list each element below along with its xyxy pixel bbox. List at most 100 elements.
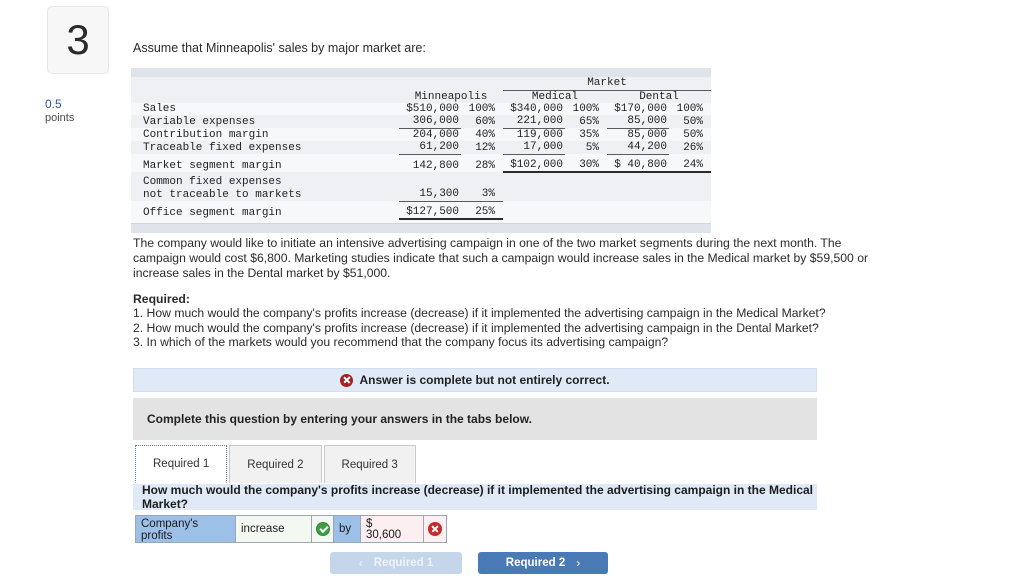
table-row: Contribution margin 204,000 40% 119,000 … xyxy=(131,128,711,142)
cell-value: $170,000 xyxy=(614,102,667,115)
row-label: Sales xyxy=(143,102,177,115)
table-column-header-row: Minneapolis Medical Dental xyxy=(131,90,711,103)
cell-percent: 3% xyxy=(461,188,503,202)
cell-percent: 35% xyxy=(579,128,599,141)
cell-percent: 50% xyxy=(683,128,703,141)
chevron-right-icon: › xyxy=(576,556,581,570)
prev-required-button[interactable]: ‹ Required 1 xyxy=(330,552,462,574)
column-header-medical: Medical xyxy=(531,90,579,103)
cell-value: 15,300 xyxy=(399,188,461,202)
row-label: Common fixed expenses xyxy=(143,175,282,188)
amount-status-cell xyxy=(424,516,446,542)
cell-percent: 30% xyxy=(565,154,607,173)
question-number-box: 3 xyxy=(47,6,109,74)
cell-percent: 100% xyxy=(468,102,495,115)
financial-table: Market Minneapolis Medical Dental Sales … xyxy=(131,77,711,224)
prev-required-label: Required 1 xyxy=(373,557,434,569)
cell-percent: 50% xyxy=(683,115,703,128)
cell-percent: 26% xyxy=(683,141,703,154)
question-number: 3 xyxy=(66,16,90,63)
by-label: by xyxy=(339,523,352,535)
answer-label-text: Company's profits xyxy=(136,516,235,542)
intro-text: Assume that Minneapolis' sales by major … xyxy=(133,41,426,55)
tab-required-2[interactable]: Required 2 xyxy=(229,445,322,483)
table-row: Sales $510,000 100% $340,000 100% $170,0… xyxy=(131,102,711,116)
cell-percent: 5% xyxy=(585,141,599,154)
cell-percent: 40% xyxy=(475,128,495,141)
status-banner: Answer is complete but not entirely corr… xyxy=(133,368,817,392)
table-bottom-band xyxy=(131,223,711,234)
row-label: Market segment margin xyxy=(143,159,282,172)
check-circle-icon xyxy=(315,522,330,536)
chevron-left-icon: ‹ xyxy=(358,556,363,570)
instruction-text: Complete this question by entering your … xyxy=(147,412,532,426)
required-item-3: 3. In which of the markets would you rec… xyxy=(133,335,669,350)
office-segment-margin-row: Office segment margin $127,500 25% xyxy=(131,201,711,221)
tab-required-3[interactable]: Required 3 xyxy=(323,445,416,483)
cell-value: 85,000 xyxy=(627,128,667,141)
cell-value: 119,000 xyxy=(516,128,563,141)
tab-required-1[interactable]: Required 1 xyxy=(135,445,228,483)
table-row: Market segment margin 142,800 28% $102,0… xyxy=(131,154,711,173)
body-paragraph: The company would like to initiate an in… xyxy=(133,236,869,280)
cell-value: 204,000 xyxy=(412,128,459,141)
cell-percent: 60% xyxy=(475,115,495,128)
row-label: not traceable to markets xyxy=(143,188,302,201)
status-banner-text: Answer is complete but not entirely corr… xyxy=(359,373,610,387)
tab-bar: Required 1 Required 2 Required 3 xyxy=(135,445,418,483)
tab-label: Required 1 xyxy=(153,458,210,470)
table-row: Traceable fixed expenses 61,200 12% 17,0… xyxy=(131,141,711,155)
row-label: Contribution margin xyxy=(143,128,269,141)
instruction-panel: Complete this question by entering your … xyxy=(133,398,817,440)
required-item-1: 1. How much would the company's profits … xyxy=(133,306,826,320)
cell-value: 17,000 xyxy=(503,141,565,155)
cell-percent: 12% xyxy=(475,141,495,154)
direction-select[interactable]: increase xyxy=(236,516,312,542)
answer-label-line1: Company's xyxy=(141,518,199,530)
question-page: 3 0.5 points Assume that Minneapolis' sa… xyxy=(0,0,1024,588)
cell-value: 44,200 xyxy=(607,141,669,155)
cell-value: 306,000 xyxy=(399,115,461,129)
question-prompt: How much would the company's profits inc… xyxy=(133,483,817,511)
cell-value: 142,800 xyxy=(412,159,459,172)
answer-label-line2: profits xyxy=(141,529,173,542)
points-value: 0.5 xyxy=(45,97,62,111)
x-circle-icon xyxy=(428,522,442,536)
cell-value: $510,000 xyxy=(406,102,459,115)
cell-percent: 100% xyxy=(572,102,599,115)
cell-value: 61,200 xyxy=(399,141,461,155)
next-required-label: Required 2 xyxy=(505,557,566,569)
common-fixed-row-line2: not traceable to markets 15,300 3% xyxy=(131,188,711,202)
cell-value: $127,500 xyxy=(399,201,461,221)
financial-table-container: Market Minneapolis Medical Dental Sales … xyxy=(131,68,711,234)
question-prompt-text: How much would the company's profits inc… xyxy=(142,483,814,511)
table-row: Variable expenses 306,000 60% 221,000 65… xyxy=(131,115,711,129)
column-header-dental: Dental xyxy=(639,90,679,103)
cell-value: $ 40,800 xyxy=(607,154,669,173)
required-list: 1. How much would the company's profits … xyxy=(133,306,893,350)
amount-number: 30,600 xyxy=(366,529,402,541)
required-item-2: 2. How much would the company's profits … xyxy=(133,320,819,335)
amount-input-value: $30,600 xyxy=(361,517,423,541)
row-label: Variable expenses xyxy=(143,115,256,128)
required-heading: Required: xyxy=(133,292,190,306)
points-label: points xyxy=(45,112,75,124)
cell-value: $340,000 xyxy=(510,102,563,115)
direction-select-value: increase xyxy=(241,523,285,535)
answer-label-cell: Company's profits xyxy=(136,516,236,542)
common-fixed-row-line1: Common fixed expenses xyxy=(131,171,711,189)
cell-percent: 28% xyxy=(475,159,495,172)
next-required-button[interactable]: Required 2 › xyxy=(478,552,608,574)
table-top-band xyxy=(131,68,711,77)
amount-input-cell[interactable]: $30,600 xyxy=(361,516,424,542)
row-label: Traceable fixed expenses xyxy=(143,141,302,154)
cell-percent: 100% xyxy=(676,102,703,115)
cell-value: $102,000 xyxy=(503,154,565,173)
cell-percent: 25% xyxy=(461,201,503,221)
cell-percent: 24% xyxy=(669,154,711,173)
x-circle-icon xyxy=(340,373,354,387)
cell-value: 221,000 xyxy=(503,115,565,129)
row-label: Office segment margin xyxy=(143,206,282,219)
cell-percent: 65% xyxy=(579,115,599,128)
by-label-cell: by xyxy=(334,516,361,542)
